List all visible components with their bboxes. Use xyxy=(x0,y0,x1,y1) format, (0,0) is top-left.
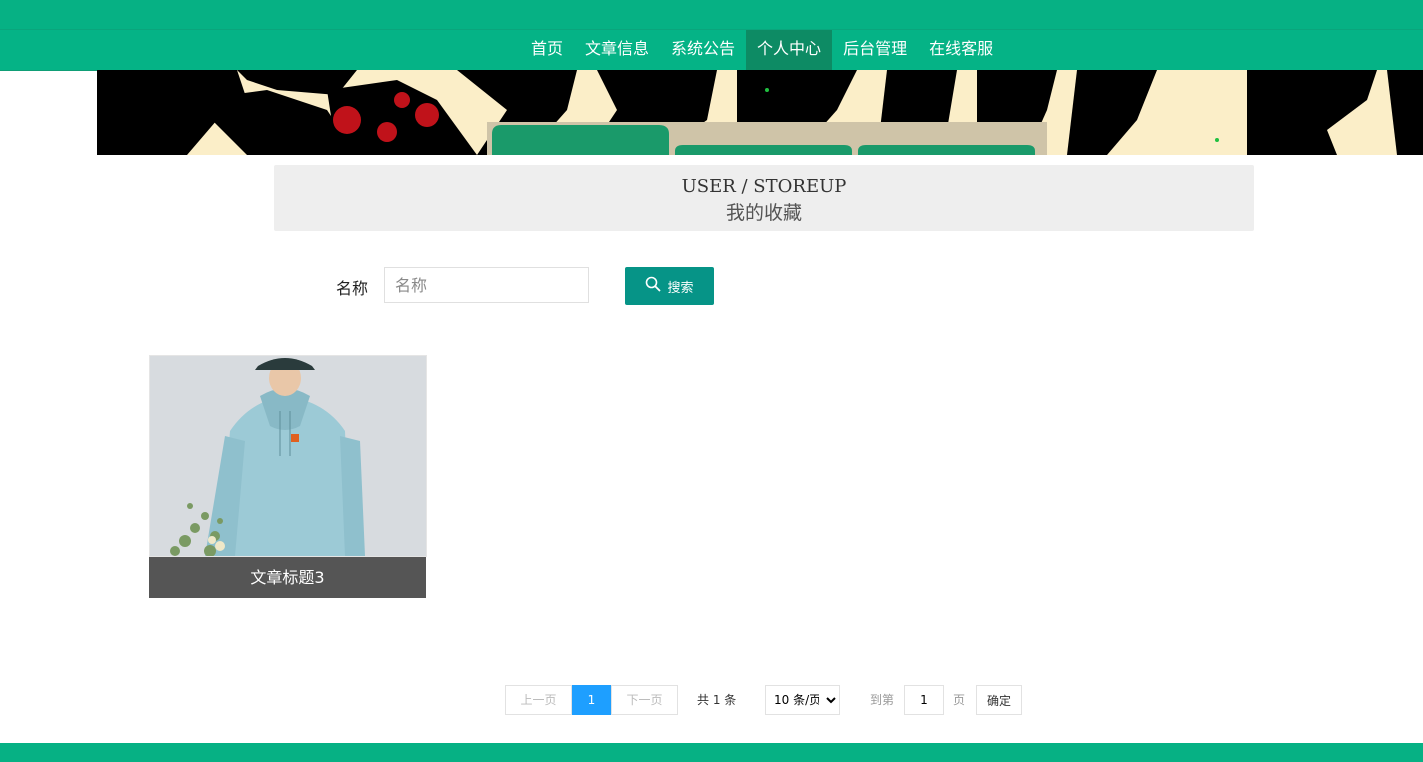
search-button[interactable]: 搜索 xyxy=(625,267,714,305)
nav-item-admin[interactable]: 后台管理 xyxy=(832,30,918,70)
page-title-cn: 我的收藏 xyxy=(725,202,802,224)
top-strip xyxy=(0,0,1423,29)
nav-item-online-service[interactable]: 在线客服 xyxy=(918,30,1004,70)
banner-image xyxy=(97,70,1423,155)
total-count: 共 1 条 xyxy=(697,693,737,707)
prev-page-button[interactable]: 上一页 xyxy=(505,685,572,715)
search-button-label: 搜索 xyxy=(667,280,694,296)
search-input[interactable] xyxy=(384,267,589,303)
card-image xyxy=(149,355,427,557)
goto-confirm-button[interactable]: 确定 xyxy=(976,685,1022,715)
nav-item-user-center[interactable]: 个人中心 xyxy=(746,30,833,70)
page-suffix: 页 xyxy=(953,693,966,707)
main-nav: 首页 文章信息 系统公告 个人中心 后台管理 在线客服 xyxy=(0,29,1423,71)
nav-item-home[interactable]: 首页 xyxy=(520,30,574,70)
nav-list: 首页 文章信息 系统公告 个人中心 后台管理 在线客服 xyxy=(520,30,1004,70)
nav-item-articles[interactable]: 文章信息 xyxy=(574,30,660,70)
page-size-select[interactable]: 10 条/页 xyxy=(765,685,840,715)
goto-page-input[interactable] xyxy=(904,685,944,715)
current-page-number[interactable]: 1 xyxy=(572,685,611,715)
page-title-en: USER / STOREUP xyxy=(681,176,847,197)
card-title: 文章标题3 xyxy=(149,557,426,598)
favorite-card[interactable]: 文章标题3 xyxy=(149,355,427,598)
next-page-button[interactable]: 下一页 xyxy=(611,685,678,715)
search-label: 名称 xyxy=(336,279,369,298)
search-icon xyxy=(645,276,662,296)
page-heading: USER / STOREUP 我的收藏 xyxy=(274,165,1254,231)
footer-bar xyxy=(0,743,1423,762)
nav-item-announcements[interactable]: 系统公告 xyxy=(660,30,746,70)
goto-label: 到第 xyxy=(870,693,895,707)
